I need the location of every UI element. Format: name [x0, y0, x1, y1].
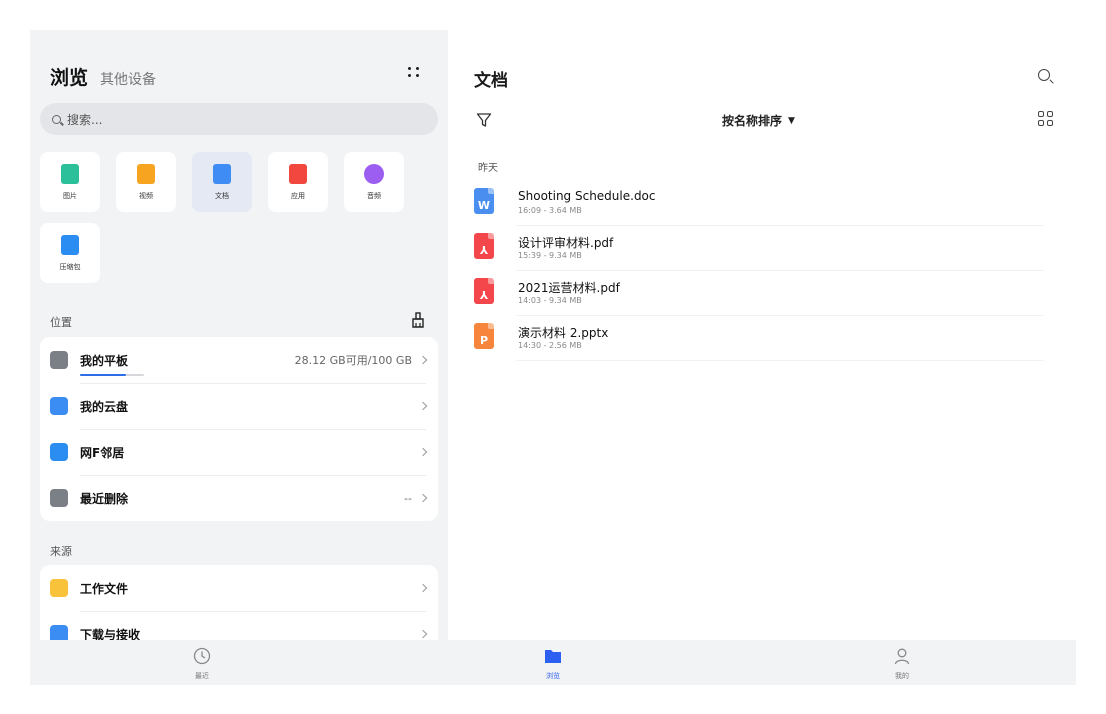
- app-icon: [289, 164, 307, 184]
- category-audio[interactable]: 音频: [344, 152, 404, 212]
- video-icon: [137, 164, 155, 184]
- file-meta: 16:09 - 3.64 MB: [518, 206, 582, 215]
- image-icon: [61, 164, 79, 184]
- search-placeholder: 搜索...: [67, 112, 103, 127]
- location-list: 我的平板 28.12 GB可用/100 GB 我的云盘网F邻居最近删除 --: [40, 337, 438, 521]
- location-label: 网F邻居: [80, 445, 125, 460]
- category-label: 图片: [63, 192, 77, 200]
- page-title: 文档: [474, 71, 508, 91]
- archive-icon: [61, 235, 79, 255]
- sort-label: 按名称排序: [722, 114, 783, 128]
- trash-icon: [50, 489, 68, 507]
- category-label: 音频: [367, 192, 381, 200]
- location-label: 我的平板: [80, 353, 129, 368]
- cloud-icon: [50, 397, 68, 415]
- clock-icon: [193, 647, 211, 665]
- category-image[interactable]: 图片: [40, 152, 100, 212]
- location-item[interactable]: 最近删除 --: [40, 475, 438, 521]
- search-icon[interactable]: [1038, 69, 1050, 81]
- file-row[interactable]: P 演示材料 2.pptx 14:30 - 2.56 MB: [474, 315, 1044, 361]
- source-list: 工作文件 下载与接收: [40, 565, 438, 640]
- chevron-right-icon: [418, 493, 428, 503]
- category-label: 文档: [215, 192, 229, 200]
- location-label: 我的云盘: [80, 399, 129, 414]
- source-item[interactable]: 下载与接收: [40, 611, 438, 640]
- audio-icon: [364, 164, 384, 184]
- source-label: 下载与接收: [80, 627, 141, 641]
- chevron-right-icon: [418, 629, 428, 639]
- tablet-icon: [50, 351, 68, 369]
- location-section-label: 位置: [50, 316, 72, 329]
- search-input[interactable]: 搜索...: [40, 103, 438, 135]
- document-icon: [213, 164, 231, 184]
- chevron-right-icon: [418, 447, 428, 457]
- folder-icon: [545, 650, 561, 663]
- file-meta: 14:03 - 9.34 MB: [518, 296, 582, 305]
- file-name: 2021运营材料.pdf: [518, 281, 620, 295]
- network-icon: [50, 443, 68, 461]
- file-type-icon: ⅄: [474, 278, 494, 304]
- chevron-right-icon: [418, 401, 428, 411]
- file-name: Shooting Schedule.doc: [518, 189, 656, 203]
- source-item[interactable]: 工作文件: [40, 565, 438, 611]
- search-icon: [52, 114, 61, 124]
- file-meta: 15:39 - 9.34 MB: [518, 251, 582, 260]
- storage-usage-fill: [80, 374, 127, 376]
- file-type-icon: W: [474, 188, 494, 214]
- documents-pane: 文档 按名称排序 ▼ 昨天 W Shooting Schedule.doc 16:0…: [448, 30, 1076, 640]
- browse-sidebar: 浏览 其他设备 搜索... 图片 视频 文档 应用 音频压缩包 位置 我的平板 28.12…: [30, 30, 448, 640]
- sidebar-header: 浏览 其他设备: [50, 63, 156, 90]
- category-app[interactable]: 应用: [268, 152, 328, 212]
- category-label: 应用: [291, 192, 305, 200]
- category-archive[interactable]: 压缩包: [40, 223, 100, 283]
- file-manager-app: 浏览 其他设备 搜索... 图片 视频 文档 应用 音频 压缩包 位置 我的平板 28.12…: [30, 30, 1076, 685]
- nav-browse-label: 浏览: [546, 672, 560, 680]
- source-section-label: 来源: [50, 545, 72, 558]
- file-row[interactable]: W Shooting Schedule.doc 16:09 - 3.64 MB: [474, 180, 1044, 226]
- clean-icon[interactable]: [411, 312, 425, 328]
- location-info: --: [404, 491, 412, 505]
- storage-usage-bar: [80, 374, 144, 376]
- file-name: 设计评审材料.pdf: [518, 236, 614, 250]
- chevron-right-icon: [418, 583, 428, 593]
- file-type-icon: ⅄: [474, 233, 494, 259]
- chevron-right-icon: [418, 355, 428, 365]
- nav-recent-label: 最近: [195, 672, 209, 680]
- location-item[interactable]: 网F邻居: [40, 429, 438, 475]
- file-name: 演示材料 2.pptx: [518, 326, 609, 340]
- file-meta: 14:30 - 2.56 MB: [518, 341, 582, 350]
- category-document[interactable]: 文档: [192, 152, 252, 212]
- folder-icon: [50, 579, 68, 597]
- file-row[interactable]: ⅄ 2021运营材料.pdf 14:03 - 9.34 MB: [474, 270, 1044, 316]
- more-icon[interactable]: [408, 66, 422, 80]
- nav-recent[interactable]: 最近: [152, 640, 252, 685]
- source-label: 工作文件: [80, 581, 129, 596]
- location-label: 最近删除: [80, 491, 129, 506]
- sort-dropdown[interactable]: 按名称排序 ▼: [722, 112, 795, 129]
- grid-view-icon[interactable]: [1038, 111, 1054, 127]
- file-type-icon: P: [474, 323, 494, 349]
- browse-title: 浏览: [50, 67, 89, 89]
- other-devices-link[interactable]: 其他设备: [100, 69, 156, 89]
- location-item[interactable]: 我的云盘: [40, 383, 438, 429]
- category-label: 视频: [139, 192, 153, 200]
- filter-icon[interactable]: [476, 112, 492, 128]
- person-icon: [894, 648, 910, 665]
- category-video[interactable]: 视频: [116, 152, 176, 212]
- location-info: 28.12 GB可用/100 GB: [294, 354, 412, 367]
- date-group-label: 昨天: [478, 163, 498, 174]
- nav-mine-label: 我的: [895, 672, 909, 680]
- download-icon: [50, 625, 68, 640]
- bottom-nav: 最近 浏览 我的: [30, 640, 1076, 685]
- nav-mine[interactable]: 我的: [852, 640, 952, 685]
- caret-down-icon: ▼: [788, 115, 795, 126]
- location-item[interactable]: 我的平板 28.12 GB可用/100 GB: [40, 337, 438, 383]
- nav-browse[interactable]: 浏览: [503, 640, 603, 685]
- category-label: 压缩包: [59, 263, 81, 271]
- file-row[interactable]: ⅄ 设计评审材料.pdf 15:39 - 9.34 MB: [474, 225, 1044, 271]
